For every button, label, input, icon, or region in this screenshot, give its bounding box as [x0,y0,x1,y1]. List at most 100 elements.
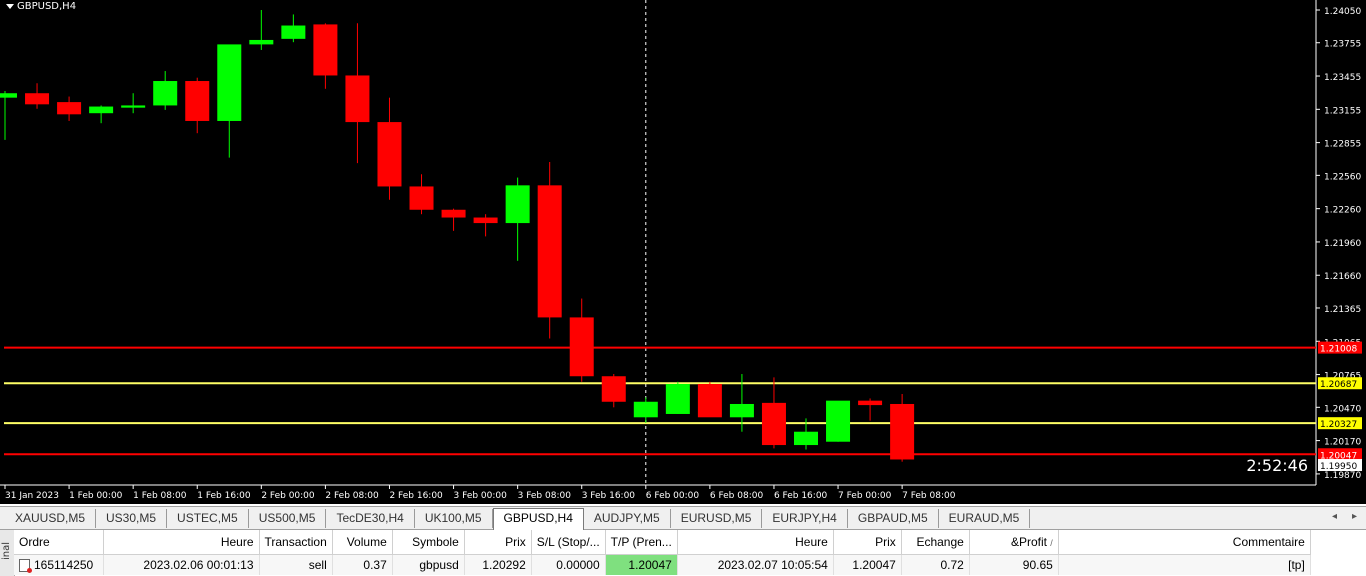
tab-eurjpy[interactable]: EURJPY,H4 [762,509,848,528]
candle-body[interactable] [313,24,338,76]
col-stop-loss[interactable]: S/L (Stop/... [531,530,606,555]
y-tick-label: 1.23755 [1324,40,1361,50]
cell-ordre: 165114250 [14,554,104,575]
cell-take-profit: 1.20047 [605,554,678,575]
candle-body[interactable] [826,400,851,442]
candle-body[interactable] [537,185,562,318]
candle-body[interactable] [57,102,82,115]
candle-body[interactable] [729,403,754,418]
tab-euraud[interactable]: EURAUD,M5 [939,509,1031,528]
col-profit[interactable]: &Profit / [969,530,1059,555]
candle-body[interactable] [217,44,242,121]
price-level-label: 1.20327 [1320,420,1357,430]
price-level-label: 1.21008 [1320,345,1357,355]
y-tick-label: 1.21660 [1324,272,1361,282]
candle-body[interactable] [185,81,210,121]
tab-gbpusd[interactable]: GBPUSD,H4 [492,508,584,530]
order-number: 165114250 [34,557,94,572]
candle-body[interactable] [858,400,883,406]
x-tick-label: 31 Jan 2023 [5,491,59,501]
tab-ustec[interactable]: USTEC,M5 [167,509,249,528]
tab-us30[interactable]: US30,M5 [96,509,168,528]
candle-body[interactable] [601,376,626,402]
bid-price-label: 1.19950 [1320,462,1357,472]
tab-xauusd[interactable]: XAUUSD,M5 [5,509,97,528]
candle-body[interactable] [377,122,402,187]
cell-heure-open: 2023.02.06 00:01:13 [103,554,260,575]
candle-body[interactable] [761,402,786,446]
col-heure-close[interactable]: Heure [677,530,834,555]
scroll-right-icon[interactable]: ▸ [1352,511,1357,522]
col-volume[interactable]: Volume [332,530,393,555]
candle-body[interactable] [153,81,178,106]
x-tick-label: 3 Feb 16:00 [582,491,636,501]
candle-body[interactable] [633,401,658,418]
sort-indicator-icon: / [1050,538,1053,548]
col-prix-close[interactable]: Prix [833,530,902,555]
cell-volume: 0.37 [332,554,393,575]
col-heure-open[interactable]: Heure [103,530,260,555]
col-transaction[interactable]: Transaction [259,530,333,555]
candle-body[interactable] [0,93,17,98]
profit-header-text: &Profit [1010,535,1047,549]
candle-body[interactable] [441,209,466,218]
candle-body[interactable] [345,75,370,123]
x-tick-label: 6 Feb 08:00 [710,491,764,501]
chart-tab-bar: XAUUSD,M5 US30,M5 USTEC,M5 US500,M5 TecD… [0,506,1366,530]
chart-symbol-label[interactable]: GBPUSD,H4 [6,1,76,12]
trade-history-table: Ordre Heure Transaction Volume Symbole P… [14,530,1311,575]
col-symbole[interactable]: Symbole [392,530,465,555]
cell-profit: 90.65 [969,554,1059,575]
y-tick-label: 1.19870 [1324,471,1361,481]
table-row[interactable]: 165114250 2023.02.06 00:01:13 sell 0.37 … [14,554,1311,575]
tab-us500[interactable]: US500,M5 [249,509,327,528]
x-tick-label: 6 Feb 16:00 [774,491,828,501]
candle-body[interactable] [89,106,114,114]
x-tick-label: 1 Feb 00:00 [69,491,123,501]
y-tick-label: 1.20470 [1324,404,1361,414]
x-tick-label: 3 Feb 00:00 [454,491,508,501]
x-tick-label: 1 Feb 08:00 [133,491,187,501]
candle-body[interactable] [569,317,594,377]
terminal-side-label: inal [1,541,12,560]
symbol-text: GBPUSD,H4 [17,1,77,12]
y-tick-label: 1.24050 [1324,7,1361,17]
price-level-label: 1.20687 [1320,380,1357,390]
candle-body[interactable] [794,431,818,446]
closed-order-icon [19,559,32,574]
col-commentaire[interactable]: Commentaire [1058,530,1311,555]
candle-body[interactable] [665,384,690,414]
candle-body[interactable] [697,384,722,418]
candle-body[interactable] [249,39,274,45]
y-tick-label: 1.21960 [1324,239,1361,249]
x-tick-label: 3 Feb 08:00 [518,491,572,501]
candle-body[interactable] [25,93,50,105]
candle-body[interactable] [505,185,530,224]
y-tick-label: 1.22855 [1324,140,1361,150]
col-ordre[interactable]: Ordre [14,530,104,555]
y-tick-label: 1.20170 [1324,438,1361,448]
candlestick-chart[interactable]: 1.24050 1.23755 1.23455 1.23155 1.22855 1.225… [0,0,1366,504]
candle-body[interactable] [473,217,498,224]
tab-gbpaud[interactable]: GBPAUD,M5 [848,509,939,528]
scroll-left-icon[interactable]: ◂ [1332,511,1337,522]
cell-symbole: gbpusd [392,554,465,575]
table-header-row: Ordre Heure Transaction Volume Symbole P… [14,530,1311,555]
x-tick-label: 7 Feb 00:00 [838,491,892,501]
cell-heure-close: 2023.02.07 10:05:54 [677,554,834,575]
tab-eurusd[interactable]: EURUSD,M5 [671,509,763,528]
dropdown-arrow-icon[interactable] [6,4,14,9]
tab-uk100[interactable]: UK100,M5 [415,509,493,528]
candle-body[interactable] [281,25,306,39]
candle-body[interactable] [121,105,146,108]
candle-body[interactable] [890,403,915,460]
candle-body[interactable] [409,186,434,210]
col-take-profit[interactable]: T/P (Pren... [605,530,678,555]
col-prix-open[interactable]: Prix [464,530,532,555]
x-tick-label: 2 Feb 00:00 [261,491,315,501]
col-echange[interactable]: Echange [901,530,970,555]
tab-tecde30[interactable]: TecDE30,H4 [326,509,415,528]
chart-area[interactable]: 1.24050 1.23755 1.23455 1.23155 1.22855 1.225… [0,0,1366,504]
tab-audjpy[interactable]: AUDJPY,M5 [584,509,671,528]
terminal-side-tab[interactable]: inal [0,530,15,576]
